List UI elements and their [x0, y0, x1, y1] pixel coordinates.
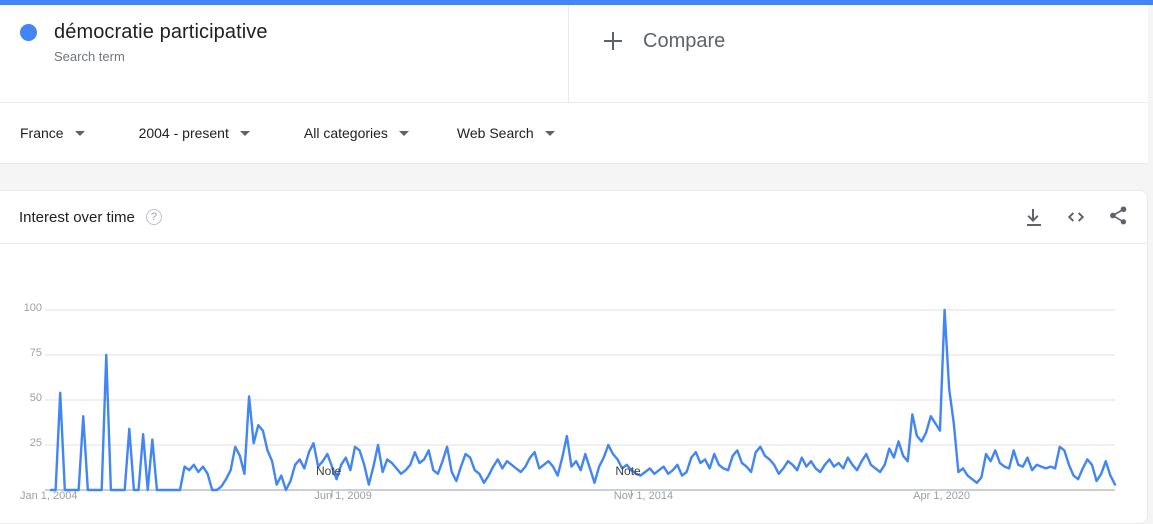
search-term-header: démocratie participative Search term Com… [0, 5, 1148, 103]
filter-search-type[interactable]: Web Search [457, 103, 555, 163]
filter-location[interactable]: France [20, 103, 85, 163]
filter-time-range-label: 2004 - present [138, 125, 229, 141]
chevron-down-icon [398, 130, 409, 136]
y-axis-label: 25 [29, 437, 42, 449]
google-trends-page: démocratie participative Search term Com… [0, 0, 1153, 524]
card-header: Interest over time ? [0, 191, 1147, 244]
chevron-down-icon [74, 130, 85, 136]
interest-over-time-card: Interest over time ? 25 50 75 100 Jan 1, 200… [0, 190, 1148, 524]
help-icon[interactable]: ? [145, 209, 162, 225]
x-axis-label: Nov 1, 2014 [613, 490, 674, 502]
filter-time-range[interactable]: 2004 - present [139, 103, 250, 163]
filter-category[interactable]: All categories [304, 103, 409, 163]
x-axis-label: Apr 1, 2020 [913, 490, 971, 502]
x-axis-label: Jan 1, 2004 [20, 490, 78, 502]
search-term-card[interactable]: démocratie participative Search term [0, 5, 569, 102]
note-annotation[interactable]: Note [615, 464, 640, 478]
chevron-down-icon [239, 130, 250, 136]
plus-icon [604, 32, 622, 50]
embed-icon[interactable] [1064, 205, 1088, 229]
chevron-down-icon [544, 130, 555, 136]
series-color-dot [20, 23, 37, 41]
chart-canvas [45, 308, 1117, 497]
filter-bar: France 2004 - present All categories Web… [0, 103, 1148, 164]
note-annotation[interactable]: Note [316, 464, 341, 478]
y-axis-label: 100 [23, 302, 42, 314]
download-icon[interactable] [1022, 205, 1046, 229]
share-icon[interactable] [1106, 205, 1130, 229]
search-term-type: Search term [54, 49, 125, 64]
filter-category-label: All categories [303, 125, 388, 141]
y-axis-label: 75 [29, 347, 42, 359]
filter-search-type-label: Web Search [456, 125, 534, 141]
search-term-text: démocratie participative [54, 21, 268, 43]
interest-over-time-chart[interactable]: 25 50 75 100 Jan 1, 2004 Jun 1, 2009 Nov 1, 20… [0, 244, 1146, 523]
compare-label: Compare [643, 30, 726, 52]
filter-location-label: France [20, 125, 64, 141]
search-term-line: démocratie participative [20, 19, 548, 45]
x-axis-label: Jun 1, 2009 [314, 490, 372, 502]
compare-card[interactable]: Compare [569, 5, 1148, 102]
y-axis-label: 50 [29, 392, 42, 404]
page-title: Interest over time [19, 208, 135, 226]
card-actions [1022, 205, 1130, 229]
